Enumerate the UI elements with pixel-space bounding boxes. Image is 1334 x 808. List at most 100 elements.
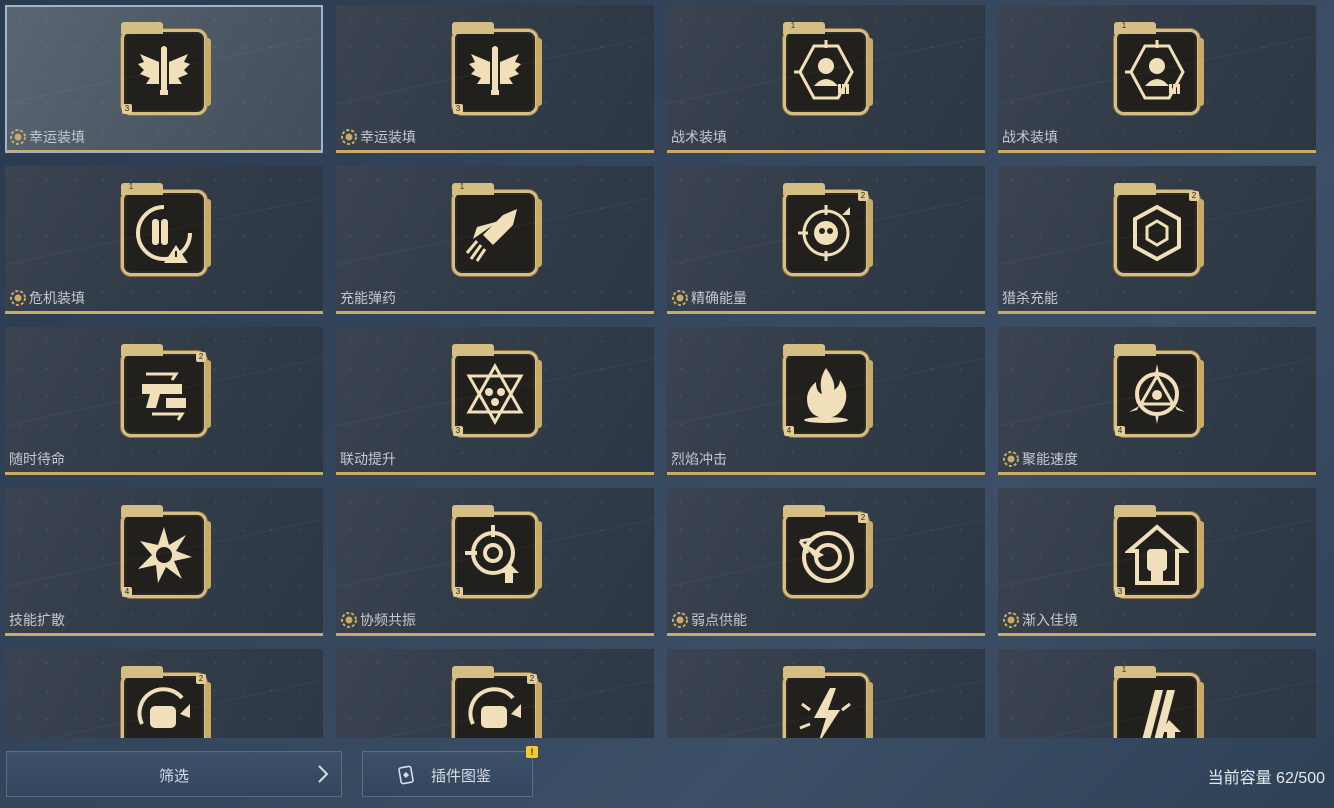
plugin-label: 联动提升	[340, 449, 396, 469]
plugin-label: 随时待命	[9, 449, 65, 469]
bottom-bar: 筛选 插件图鉴 ! 当前容量 62/500	[0, 740, 1334, 808]
plugin-card[interactable]: 3 幸运装填	[5, 5, 323, 153]
chip-tab	[1114, 505, 1156, 517]
plugin-chip: 4	[783, 344, 873, 437]
plugin-label: 幸运装填	[340, 127, 416, 147]
plugin-name: 猎杀充能	[1002, 290, 1058, 306]
chip-edge	[867, 199, 873, 267]
chip-tab	[783, 505, 825, 517]
plugin-label: 协频共振	[340, 610, 416, 630]
chip-tab	[1114, 183, 1156, 195]
chip-tab	[121, 22, 163, 34]
plugin-name: 幸运装填	[360, 129, 416, 145]
plugin-chip: 1	[1114, 665, 1204, 738]
rank-badge: 4	[1115, 426, 1125, 436]
plugin-card[interactable]: 3 幸运装填	[336, 5, 654, 153]
plugin-card[interactable]: 4 烈焰冲击	[667, 327, 985, 475]
chip-edge	[1198, 199, 1204, 267]
gear-icon	[1003, 451, 1019, 467]
plugin-chip: 3	[1114, 505, 1204, 598]
gear-icon	[1003, 612, 1019, 628]
plugin-label: 战术装填	[671, 127, 727, 147]
capacity-readout: 当前容量 62/500	[1207, 770, 1325, 787]
plugin-card[interactable]: 2 弱点供能	[667, 488, 985, 636]
plugin-name: 联动提升	[340, 451, 396, 467]
plugin-card[interactable]: 4 聚能速度	[998, 327, 1316, 475]
rank-badge: 1	[128, 182, 134, 191]
plugin-label: 烈焰冲击	[671, 449, 727, 469]
rank-badge: 3	[453, 426, 463, 436]
plugin-card[interactable]: 1 战术装填	[667, 5, 985, 153]
plugin-chip: 4	[1114, 344, 1204, 437]
plugin-card[interactable]: 2	[336, 649, 654, 738]
plugin-card[interactable]: 2 精确能量	[667, 166, 985, 314]
rank-badge: 3	[122, 104, 132, 114]
explosion-icon	[138, 527, 192, 583]
plugin-grid: 3 幸运装填 3 幸运装填 1 战术装填 1 战术装填 1 危机装填 1 充能弹药 2 精确能量 2 猎杀充能…	[5, 5, 1325, 738]
chip-edge	[536, 682, 542, 738]
plugin-chip: 1	[783, 21, 873, 115]
plugin-chip: 1	[452, 182, 542, 276]
rank-badge: 2	[858, 513, 868, 523]
plugin-chip: 2	[121, 666, 211, 738]
wing-bullet-icon	[469, 46, 521, 95]
gear-icon	[341, 129, 357, 145]
filter-button[interactable]: 筛选	[6, 751, 342, 797]
chip-tab	[452, 22, 494, 34]
plugin-card[interactable]: 1 战术装填	[998, 5, 1316, 153]
gear-icon	[672, 612, 688, 628]
codex-button[interactable]: 插件图鉴 !	[362, 746, 538, 797]
chip-edge	[205, 360, 211, 428]
plugin-chip: 2	[783, 505, 873, 598]
plugin-label: 精确能量	[671, 288, 747, 308]
plugin-label: 渐入佳境	[1002, 610, 1078, 630]
rank-badge: 4	[784, 426, 794, 436]
crosshair-person-icon	[1125, 40, 1185, 100]
plugin-card[interactable]: 1 充能弹药	[336, 166, 654, 314]
plugin-name: 充能弹药	[340, 290, 396, 306]
chevron-right-icon	[318, 765, 329, 783]
chip-edge	[1198, 521, 1204, 589]
plugin-label: 充能弹药	[340, 288, 396, 308]
chip-edge	[205, 38, 211, 106]
chip-tab	[121, 666, 163, 678]
plugin-label: 危机装填	[9, 288, 85, 308]
plugin-card[interactable]: 2 随时待命	[5, 327, 323, 475]
plugin-chip: 1	[121, 182, 211, 276]
rank-badge: 2	[196, 352, 206, 362]
gear-icon	[10, 129, 26, 145]
plugin-card[interactable]: 3 协频共振	[336, 488, 654, 636]
chip-edge	[1198, 360, 1204, 428]
chip-edge	[867, 360, 873, 428]
plugin-card[interactable]: 1	[998, 649, 1316, 738]
plugin-name: 战术装填	[1002, 129, 1058, 145]
plugin-name: 聚能速度	[1022, 451, 1078, 467]
rank-badge: 4	[122, 587, 132, 597]
chip-edge	[536, 360, 542, 428]
plugin-name: 烈焰冲击	[671, 451, 727, 467]
plugin-card[interactable]: 3 联动提升	[336, 327, 654, 475]
plugin-card[interactable]: 2 猎杀充能	[998, 166, 1316, 314]
codex-label: 插件图鉴	[431, 768, 492, 785]
rank-badge: 1	[459, 182, 465, 191]
plugin-card[interactable]: 4 技能扩散	[5, 488, 323, 636]
plugin-name: 技能扩散	[9, 612, 65, 628]
plugin-card[interactable]: 2	[5, 649, 323, 738]
chip-tab	[783, 344, 825, 356]
plugin-card[interactable]	[667, 649, 985, 738]
plugin-chip: 3	[121, 22, 211, 115]
plugin-label: 战术装填	[1002, 127, 1058, 147]
plugin-label: 技能扩散	[9, 610, 65, 630]
rocket-bullet-icon	[465, 209, 517, 262]
plugin-label: 幸运装填	[9, 127, 85, 147]
plugin-card[interactable]: 1 危机装填	[5, 166, 323, 314]
gear-icon	[672, 290, 688, 306]
rank-badge: 2	[527, 674, 537, 684]
plugin-name: 战术装填	[671, 129, 727, 145]
rank-badge: 3	[453, 587, 463, 597]
target-arrow-icon	[465, 525, 519, 583]
chip-tab	[783, 666, 825, 678]
plugin-name: 危机装填	[29, 290, 85, 306]
plugin-card[interactable]: 3 渐入佳境	[998, 488, 1316, 636]
plugin-chip: 3	[452, 22, 542, 115]
